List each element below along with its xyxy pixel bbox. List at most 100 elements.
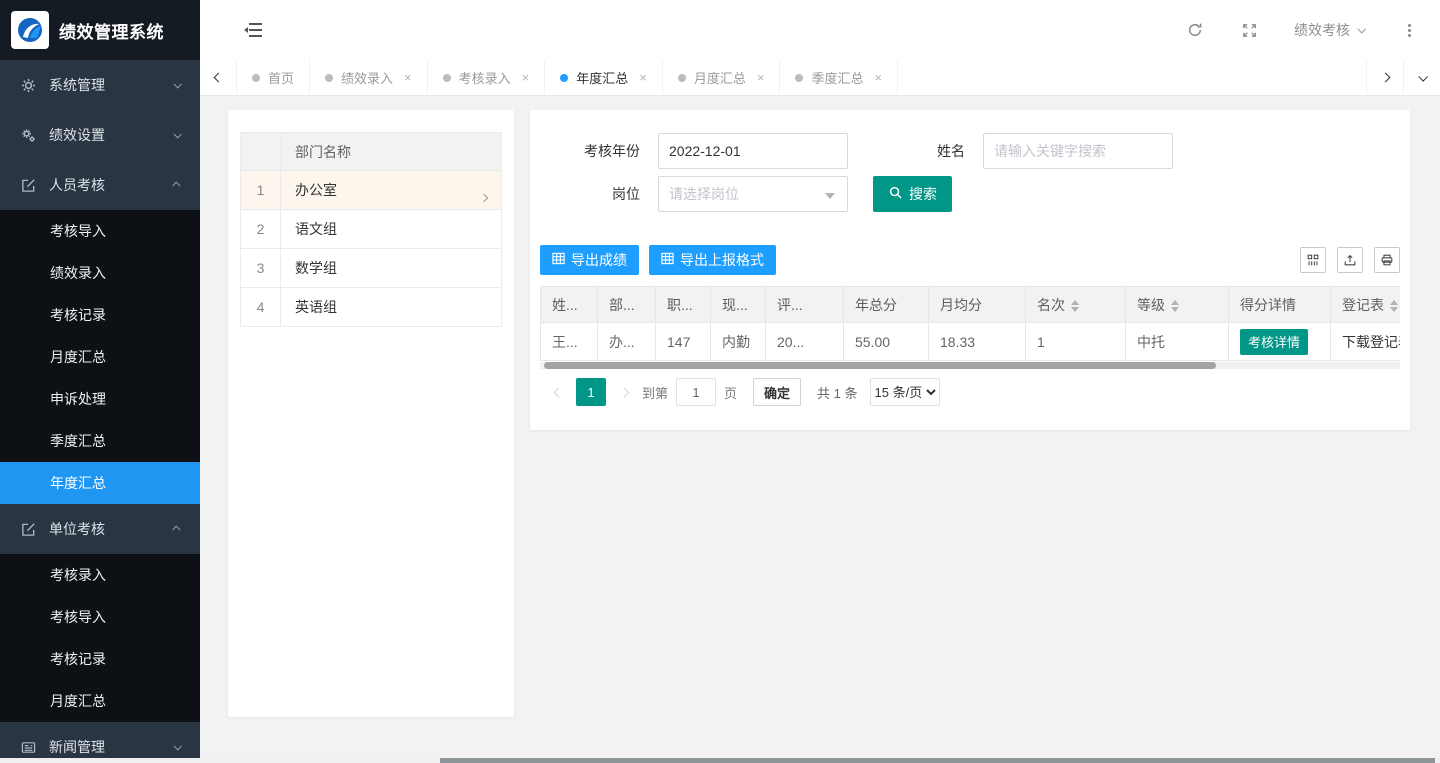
- col-emp-no: 职...: [656, 287, 711, 323]
- sidebar-item-system-mgmt[interactable]: 系统管理: [0, 60, 200, 110]
- tabs-scroll-right-button[interactable]: [1366, 60, 1403, 95]
- edit-icon: [20, 177, 37, 194]
- page-horizontal-scrollbar[interactable]: [0, 758, 1440, 763]
- prev-page-button[interactable]: [548, 389, 568, 396]
- tab-label: 首页: [268, 68, 294, 87]
- sidebar-subitem-unit-monthly-summary[interactable]: 月度汇总: [0, 680, 200, 722]
- export-report-format-button[interactable]: 导出上报格式: [649, 245, 776, 275]
- tab-dot-icon: [325, 74, 333, 82]
- refresh-icon[interactable]: [1186, 21, 1204, 39]
- sidebar-subitem-appeal-handling[interactable]: 申诉处理: [0, 378, 200, 420]
- col-month-avg: 月均分: [929, 287, 1026, 323]
- cell-name: 王...: [541, 323, 598, 361]
- sidebar-item-label: 新闻管理: [49, 737, 174, 757]
- sidebar-item-news-mgmt[interactable]: 新闻管理: [0, 722, 200, 763]
- table-row[interactable]: 3 数学组: [241, 249, 502, 288]
- col-grade[interactable]: 等级: [1126, 287, 1229, 323]
- collapse-sidebar-icon[interactable]: [244, 23, 262, 37]
- content-area: 部门名称 1 办公室 2 语文组 3: [200, 96, 1440, 763]
- dept-row-name[interactable]: 数学组: [281, 249, 502, 288]
- tabs-menu-button[interactable]: [1403, 60, 1440, 95]
- search-button[interactable]: 搜索: [873, 176, 952, 212]
- sort-icon[interactable]: [1390, 300, 1398, 312]
- dept-name-header: 部门名称: [281, 133, 502, 171]
- review-detail-button[interactable]: 考核详情: [1240, 329, 1308, 355]
- table-row[interactable]: 4 英语组: [241, 288, 502, 327]
- download-registration-link[interactable]: 下载登记表: [1342, 334, 1400, 350]
- tab-close-icon[interactable]: ×: [522, 70, 530, 85]
- col-year-total: 年总分: [844, 287, 929, 323]
- sidebar-item-perf-settings[interactable]: 绩效设置: [0, 110, 200, 160]
- tab-annual-summary[interactable]: 年度汇总 ×: [545, 60, 663, 95]
- table-horizontal-scrollbar[interactable]: [540, 362, 1400, 369]
- col-name: 姓...: [541, 287, 598, 323]
- scrollbar-thumb[interactable]: [544, 362, 1216, 369]
- search-button-label: 搜索: [909, 184, 937, 204]
- sidebar-item-label: 人员考核: [49, 175, 174, 195]
- sidebar-subitem-review-import[interactable]: 考核导入: [0, 210, 200, 252]
- sidebar-subitem-unit-review-entry[interactable]: 考核录入: [0, 554, 200, 596]
- dept-row-index: 1: [241, 171, 281, 210]
- tab-monthly-summary[interactable]: 月度汇总 ×: [663, 60, 781, 95]
- goto-page-input[interactable]: [676, 378, 716, 406]
- dept-row-name[interactable]: 英语组: [281, 288, 502, 327]
- col-year: 评...: [766, 287, 844, 323]
- tab-home[interactable]: 首页: [237, 60, 310, 95]
- sidebar-subitem-quarterly-summary[interactable]: 季度汇总: [0, 420, 200, 462]
- export-report-format-label: 导出上报格式: [680, 250, 764, 270]
- next-page-button[interactable]: [614, 389, 634, 396]
- export-scores-button[interactable]: 导出成绩: [540, 245, 639, 275]
- filter-columns-icon[interactable]: [1300, 247, 1326, 273]
- tab-close-icon[interactable]: ×: [404, 70, 412, 85]
- col-rank[interactable]: 名次: [1026, 287, 1126, 323]
- caret-down-icon: [1357, 25, 1365, 33]
- tab-perf-entry[interactable]: 绩效录入 ×: [310, 60, 428, 95]
- fullscreen-icon[interactable]: [1240, 21, 1258, 39]
- sort-icon[interactable]: [1071, 300, 1079, 312]
- top-header: 绩效考核: [200, 0, 1440, 60]
- col-registration-form[interactable]: 登记表: [1331, 287, 1401, 323]
- table-row[interactable]: 1 办公室: [241, 171, 502, 210]
- tab-dot-icon: [252, 74, 260, 82]
- dept-row-name[interactable]: 语文组: [281, 210, 502, 249]
- tab-review-entry[interactable]: 考核录入 ×: [428, 60, 546, 95]
- tab-label: 月度汇总: [694, 68, 746, 87]
- sidebar-item-unit-review[interactable]: 单位考核: [0, 504, 200, 554]
- year-field[interactable]: [658, 133, 848, 169]
- page-size-select[interactable]: 15 条/页: [870, 378, 940, 406]
- table-row[interactable]: 2 语文组: [241, 210, 502, 249]
- post-select[interactable]: 请选择岗位: [658, 176, 848, 212]
- sort-icon[interactable]: [1171, 300, 1179, 312]
- tab-quarterly-summary[interactable]: 季度汇总 ×: [780, 60, 898, 95]
- tab-close-icon[interactable]: ×: [874, 70, 882, 85]
- tab-dot-icon: [560, 74, 568, 82]
- results-table: 姓... 部... 职... 现... 评... 年总分 月均分 名次 等级 得…: [540, 286, 1400, 361]
- more-menu-icon[interactable]: [1400, 21, 1418, 39]
- chevron-down-icon: [173, 742, 181, 750]
- sidebar-subitem-unit-review-import[interactable]: 考核导入: [0, 596, 200, 638]
- workspace-dropdown[interactable]: 绩效考核: [1294, 20, 1364, 40]
- sidebar-subitem-review-records[interactable]: 考核记录: [0, 294, 200, 336]
- sidebar-subitem-monthly-summary[interactable]: 月度汇总: [0, 336, 200, 378]
- cell-registration-form: 下载登记表: [1331, 323, 1401, 361]
- current-page-button[interactable]: 1: [576, 378, 606, 406]
- sidebar-item-label: 单位考核: [49, 519, 174, 539]
- sidebar-item-personnel-review[interactable]: 人员考核: [0, 160, 200, 210]
- sidebar-subitem-annual-summary[interactable]: 年度汇总: [0, 462, 200, 504]
- export-icon[interactable]: [1337, 247, 1363, 273]
- cell-year-total: 55.00: [844, 323, 929, 361]
- sidebar-subitem-unit-review-records[interactable]: 考核记录: [0, 638, 200, 680]
- confirm-page-button[interactable]: 确定: [753, 378, 801, 406]
- dept-row-name[interactable]: 办公室: [281, 171, 502, 210]
- tab-label: 考核录入: [459, 68, 511, 87]
- sidebar-nav: 系统管理 绩效设置: [0, 60, 200, 763]
- print-icon[interactable]: [1374, 247, 1400, 273]
- tab-close-icon[interactable]: ×: [757, 70, 765, 85]
- tabbar-spacer: [898, 60, 1366, 95]
- tab-close-icon[interactable]: ×: [639, 70, 647, 85]
- sidebar-subitem-perf-entry[interactable]: 绩效录入: [0, 252, 200, 294]
- goto-prefix-label: 到第: [642, 383, 668, 402]
- name-search-input[interactable]: [983, 133, 1173, 169]
- tabs-scroll-left-button[interactable]: [200, 60, 237, 95]
- scrollbar-thumb[interactable]: [440, 758, 1435, 763]
